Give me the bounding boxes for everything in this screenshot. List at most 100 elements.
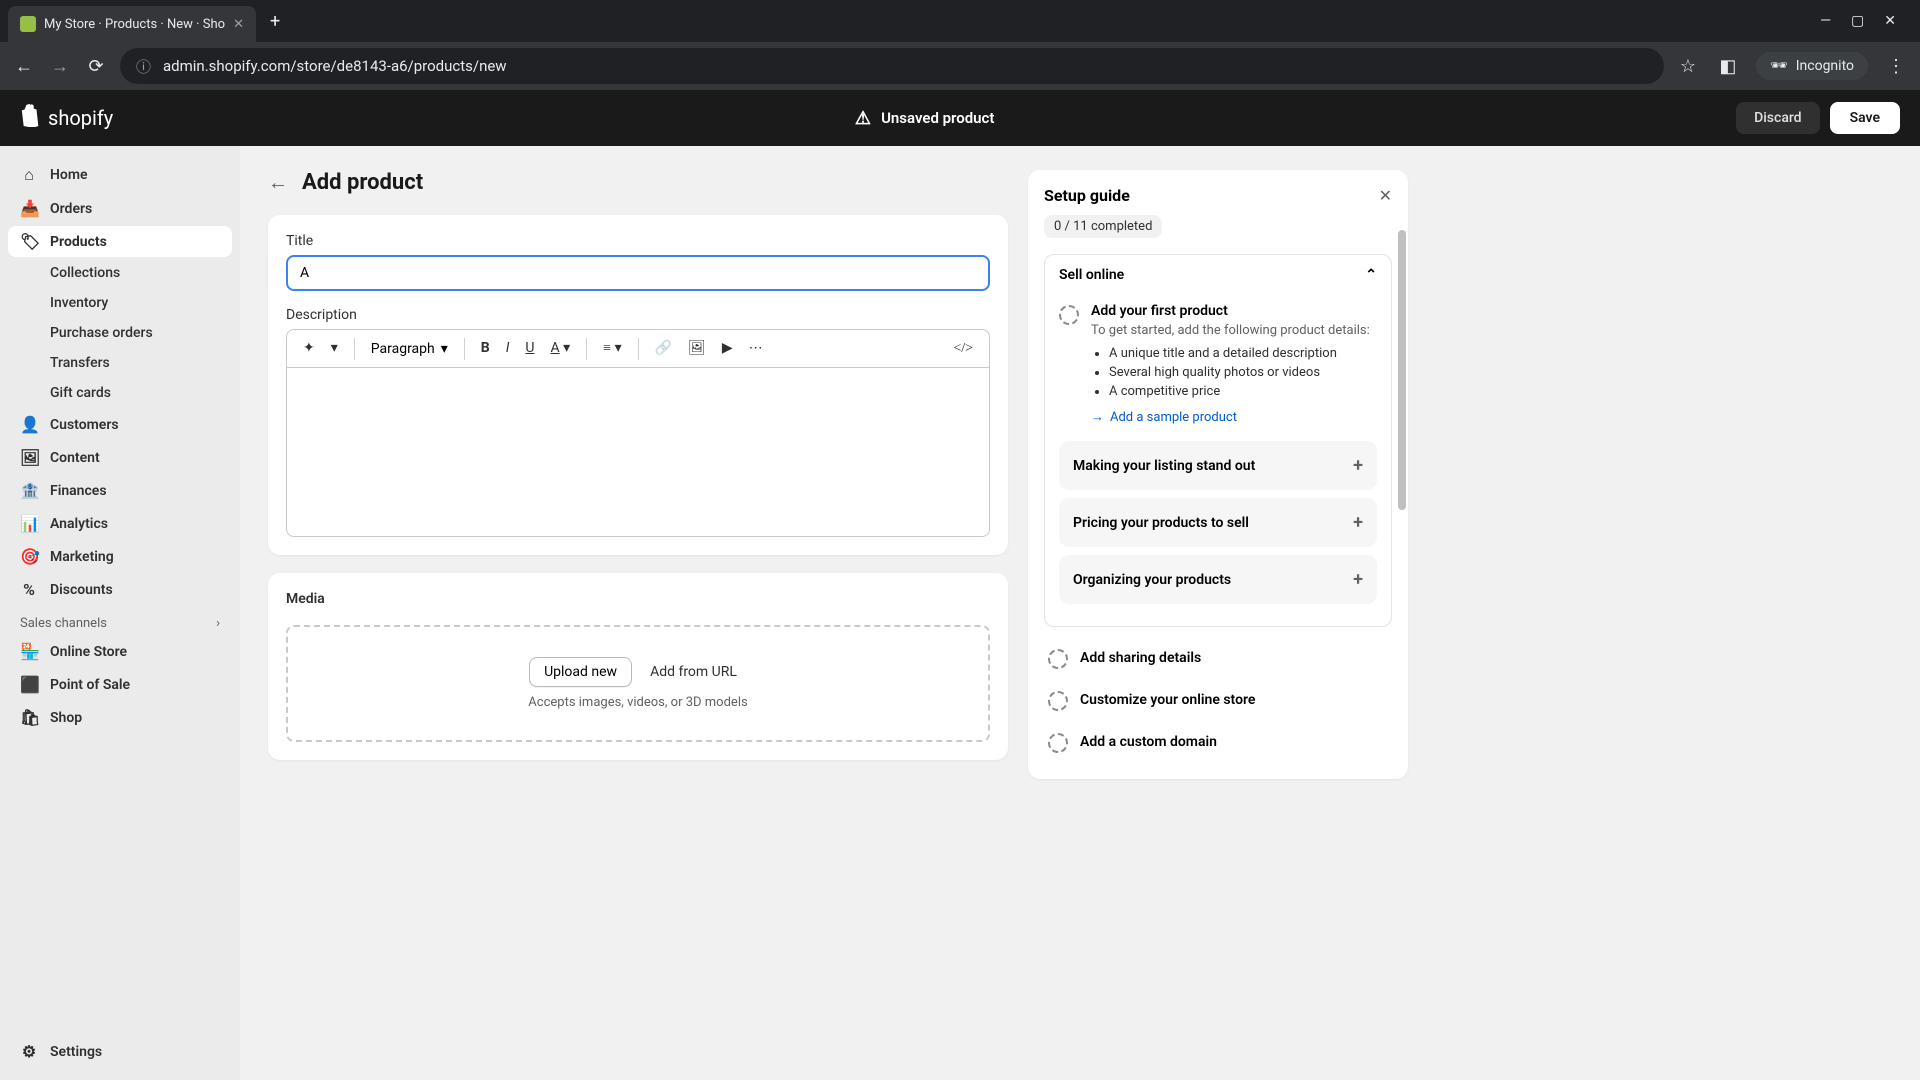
sidebar-item-content[interactable]: 🖼Content [8,442,232,473]
customers-icon: 👤 [20,415,38,434]
sidebar-item-pos[interactable]: ⬛Point of Sale [8,669,232,700]
sidebar-item-purchase-orders[interactable]: Purchase orders [8,319,232,347]
site-info-icon[interactable]: ⓘ [136,56,151,77]
task-domain[interactable]: Add a custom domain [1044,721,1392,763]
scrollbar[interactable] [1398,230,1406,769]
separator [638,338,639,360]
paragraph-select[interactable]: Paragraph ▾ [365,339,454,359]
bold-button[interactable]: B [475,336,496,361]
title-input[interactable] [286,255,990,291]
task-status-icon [1048,733,1068,753]
finances-icon: 🏦 [20,481,38,500]
sidebar-item-analytics[interactable]: 📊Analytics [8,508,232,539]
address-bar: ← → ⟳ ⓘ admin.shopify.com/store/de8143-a… [0,42,1920,90]
tab-title: My Store · Products · New · Sho [44,17,225,32]
task-sharing[interactable]: Add sharing details [1044,637,1392,679]
maximize-icon[interactable]: ▢ [1851,13,1864,29]
align-button[interactable]: ≡ ▾ [597,336,627,361]
close-icon[interactable]: ✕ [1379,186,1392,205]
chevron-up-icon: ⌃ [1365,267,1377,283]
sidebar-item-collections[interactable]: Collections [8,259,232,287]
section-header-sell[interactable]: Sell online ⌃ [1045,255,1391,295]
discard-button[interactable]: Discard [1736,102,1819,134]
incognito-icon: 🕶 [1770,58,1788,74]
shopify-logo-icon [20,103,42,133]
section-organizing[interactable]: Organizing your products + [1059,555,1377,604]
task-add-product: Add your first product To get started, a… [1059,295,1377,433]
sidebar-item-settings[interactable]: ⚙Settings [8,1036,232,1067]
new-tab-button[interactable]: + [260,7,290,36]
sidebar-item-online-store[interactable]: 🏪Online Store [8,636,232,667]
section-listing[interactable]: Making your listing stand out + [1059,441,1377,490]
setup-guide-panel: Setup guide ✕ 0 / 11 completed Sell onli… [1028,170,1408,779]
task-description: To get started, add the following produc… [1091,323,1377,338]
sidebar-item-shop[interactable]: 🛍Shop [8,702,232,733]
task-checklist: A unique title and a detailed descriptio… [1091,346,1377,399]
video-button[interactable]: ▶ [716,336,739,361]
sidebar-item-products[interactable]: 🏷Products [8,226,232,257]
italic-button[interactable]: I [500,336,516,361]
media-dropzone[interactable]: Upload new Add from URL Accepts images, … [286,625,990,742]
plus-icon: + [1353,512,1363,533]
description-label: Description [286,307,990,323]
description-editor[interactable] [286,367,990,537]
upload-new-button[interactable]: Upload new [529,657,632,687]
back-arrow-icon[interactable]: ← [268,170,288,195]
task-title: Add your first product [1091,303,1377,319]
ai-dropdown-icon[interactable]: ▾ [325,336,344,361]
media-card: Media Upload new Add from URL Accepts im… [268,573,1008,760]
setup-progress: 0 / 11 completed [1044,215,1162,238]
sidebar: ⌂Home 📥Orders 🏷Products Collections Inve… [0,146,240,1080]
underline-button[interactable]: U [519,336,540,361]
sidebar-item-gift-cards[interactable]: Gift cards [8,379,232,407]
code-view-button[interactable]: </> [947,337,979,361]
url-text: admin.shopify.com/store/de8143-a6/produc… [163,57,507,75]
chevron-right-icon[interactable]: › [216,616,220,631]
sidebar-item-transfers[interactable]: Transfers [8,349,232,377]
add-sample-product-link[interactable]: → Add a sample product [1091,409,1377,425]
save-button[interactable]: Save [1830,102,1900,134]
sidebar-item-orders[interactable]: 📥Orders [8,193,232,224]
sidebar-item-home[interactable]: ⌂Home [8,159,232,191]
window-controls: — ▢ ✕ [1820,13,1912,29]
shopify-logo[interactable]: shopify [20,103,113,133]
warning-icon: ⚠ [855,108,871,129]
back-icon[interactable]: ← [12,56,36,77]
sidebar-item-customers[interactable]: 👤Customers [8,409,232,440]
link-button[interactable]: 🔗 [649,336,678,361]
add-from-url-link[interactable]: Add from URL [640,658,747,686]
panel-icon[interactable]: ◧ [1716,56,1740,77]
separator [586,338,587,360]
plus-icon: + [1353,569,1363,590]
forward-icon[interactable]: → [48,56,72,77]
section-pricing[interactable]: Pricing your products to sell + [1059,498,1377,547]
close-icon[interactable]: ✕ [233,17,244,32]
incognito-badge: 🕶 Incognito [1756,52,1868,80]
task-status-icon[interactable] [1059,305,1079,325]
marketing-icon: 🎯 [20,547,38,566]
minimize-icon[interactable]: — [1820,13,1831,29]
more-button[interactable]: ⋯ [743,336,769,361]
image-button[interactable]: 🖼 [682,336,712,361]
product-details-card: Title Description ✦ ▾ Paragraph ▾ B I U [268,215,1008,555]
shop-icon: 🛍 [20,708,38,727]
sidebar-item-marketing[interactable]: 🎯Marketing [8,541,232,572]
title-label: Title [286,233,990,249]
star-icon[interactable]: ☆ [1676,56,1700,77]
text-color-button[interactable]: A ▾ [545,336,577,361]
close-window-icon[interactable]: ✕ [1884,13,1896,29]
guide-section-sell-online: Sell online ⌃ Add your first product To … [1044,254,1392,627]
sales-channels-label: Sales channels › [8,606,232,635]
url-field[interactable]: ⓘ admin.shopify.com/store/de8143-a6/prod… [120,48,1664,84]
ai-tool-button[interactable]: ✦ [297,336,321,361]
orders-icon: 📥 [20,199,38,218]
reload-icon[interactable]: ⟳ [84,56,108,77]
browser-tab[interactable]: My Store · Products · New · Sho ✕ [8,6,256,42]
sidebar-item-finances[interactable]: 🏦Finances [8,475,232,506]
menu-icon[interactable]: ⋮ [1884,56,1908,77]
home-icon: ⌂ [20,165,38,185]
sidebar-item-discounts[interactable]: %Discounts [8,574,232,605]
gear-icon: ⚙ [20,1042,38,1061]
task-customize[interactable]: Customize your online store [1044,679,1392,721]
sidebar-item-inventory[interactable]: Inventory [8,289,232,317]
